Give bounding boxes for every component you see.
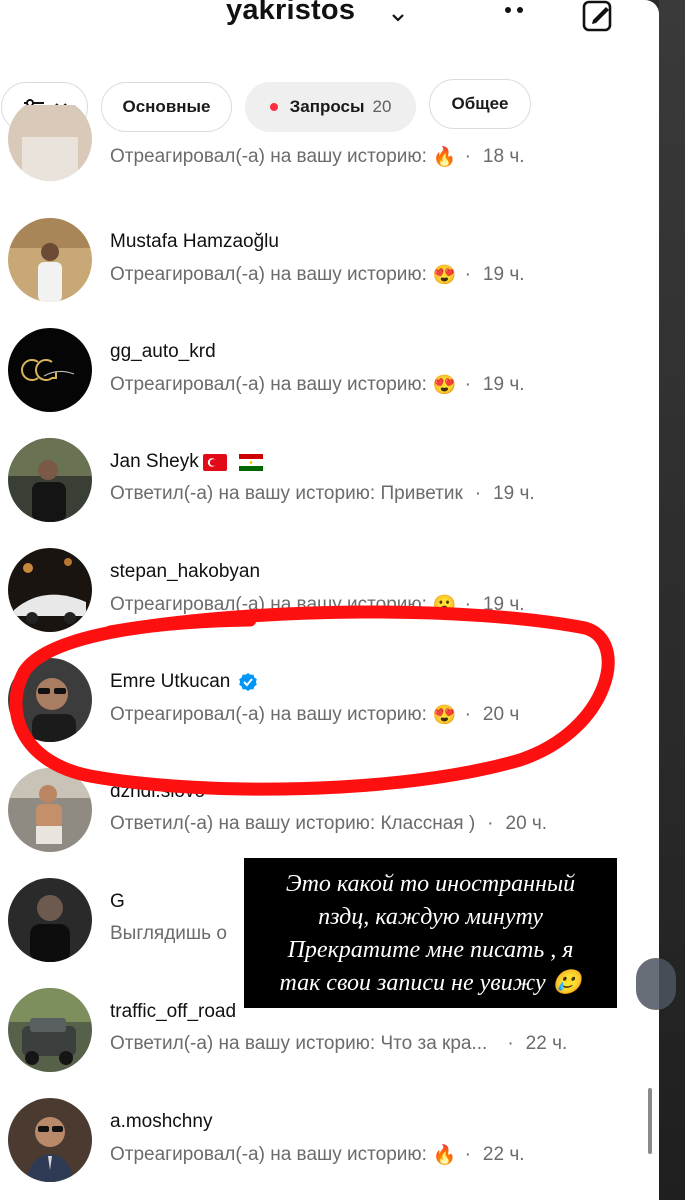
overlay-line: Это какой то иностранный [285,871,576,897]
overlay-line: пздц, каждую минуту [318,904,543,930]
thread-name: Mustafa Hamzaoğlu [110,231,279,252]
thread-name: a.moshchny [110,1111,213,1132]
story-text-overlay: Это какой то иностранный пздц, каждую ми… [244,858,617,1008]
timestamp: 18 ч. [482,146,525,167]
verified-badge-icon [239,673,258,691]
avatar [8,548,92,632]
thread-name: Jan Sheyk [110,451,199,472]
timestamp: 20 ч. [505,813,548,834]
message-preview: Отреагировал(-а) на вашу историю: [110,146,427,167]
timestamp: 19 ч. [482,264,525,285]
list-item[interactable]: Jan Sheyk Ответил(-а) на вашу историю: П… [0,425,659,535]
background-edge [659,0,685,1200]
timestamp: 22 ч. [525,1033,568,1054]
reaction-emoji: 🔥 [432,147,457,168]
reaction-emoji: 😮 [432,595,457,616]
avatar [8,1098,92,1182]
avatar [8,218,92,302]
avatar [8,658,92,742]
avatar [8,105,92,181]
account-username[interactable]: yakristos [226,0,355,27]
list-item[interactable]: Mustafa Hamzaoğlu Отреагировал(-а) на ва… [0,205,659,315]
list-item[interactable]: Отреагировал(-а) на вашу историю: 🔥 · 18… [0,105,659,185]
dm-inbox-screen: yakristos Основные Запросы 20 Общее Отре… [0,0,659,1200]
thread-name: dzhdi.slovo [110,781,206,802]
avatar [8,438,92,522]
message-preview: Отреагировал(-а) на вашу историю: [110,704,427,725]
list-item[interactable]: gg_auto_krd Отреагировал(-а) на вашу ист… [0,315,659,425]
overlay-line: Прекратите мне писать , я [287,937,574,963]
status-icon[interactable] [498,0,532,20]
reaction-emoji: 😍 [432,375,457,396]
avatar [8,988,92,1072]
message-preview: Отреагировал(-а) на вашу историю: [110,1144,427,1165]
list-item[interactable]: a.moshchny Отреагировал(-а) на вашу исто… [0,1085,659,1195]
message-preview: Выглядишь о [110,923,227,944]
overlay-line: так свои записи не увижу 🥲 [279,970,582,996]
reaction-emoji: 😍 [432,265,457,286]
reaction-emoji: 🔥 [432,1145,457,1166]
list-item[interactable]: dzhdi.slovo Ответил(-а) на вашу историю:… [0,755,659,865]
flag-tajikistan-icon [238,453,263,471]
timestamp: 19 ч. [493,483,535,504]
header: yakristos [0,0,659,56]
chevron-down-icon[interactable] [390,10,406,26]
message-preview: Ответил(-а) на вашу историю: Что за кра.… [110,1033,488,1054]
new-message-icon[interactable] [580,0,616,34]
list-item[interactable]: Emre Utkucan Отреагировал(-а) на вашу ис… [0,645,659,755]
reaction-emoji: 😍 [432,705,457,726]
thread-name: gg_auto_krd [110,341,216,362]
timestamp: 20 ч [482,704,520,725]
message-preview: Ответил(-а) на вашу историю: Приветик [110,483,463,504]
flag-turkey-icon [202,453,227,471]
thread-name: stepan_hakobyan [110,561,261,582]
timestamp: 22 ч. [482,1144,525,1165]
avatar [8,328,92,412]
message-preview: Отреагировал(-а) на вашу историю: [110,374,427,395]
floating-bubble [636,958,676,1010]
message-preview: Отреагировал(-а) на вашу историю: [110,264,427,285]
scrollbar[interactable] [648,1088,652,1154]
avatar [8,878,92,962]
message-preview: Отреагировал(-а) на вашу историю: [110,594,427,615]
thread-name: Emre Utkucan [110,671,231,692]
message-preview: Ответил(-а) на вашу историю: Классная ) [110,813,476,834]
thread-name: traffic_off_road [110,1001,237,1022]
timestamp: 19 ч. [482,594,525,615]
timestamp: 19 ч. [482,374,525,395]
thread-name: G [110,891,125,912]
list-item[interactable]: stepan_hakobyan Отреагировал(-а) на вашу… [0,535,659,645]
avatar [8,768,92,852]
